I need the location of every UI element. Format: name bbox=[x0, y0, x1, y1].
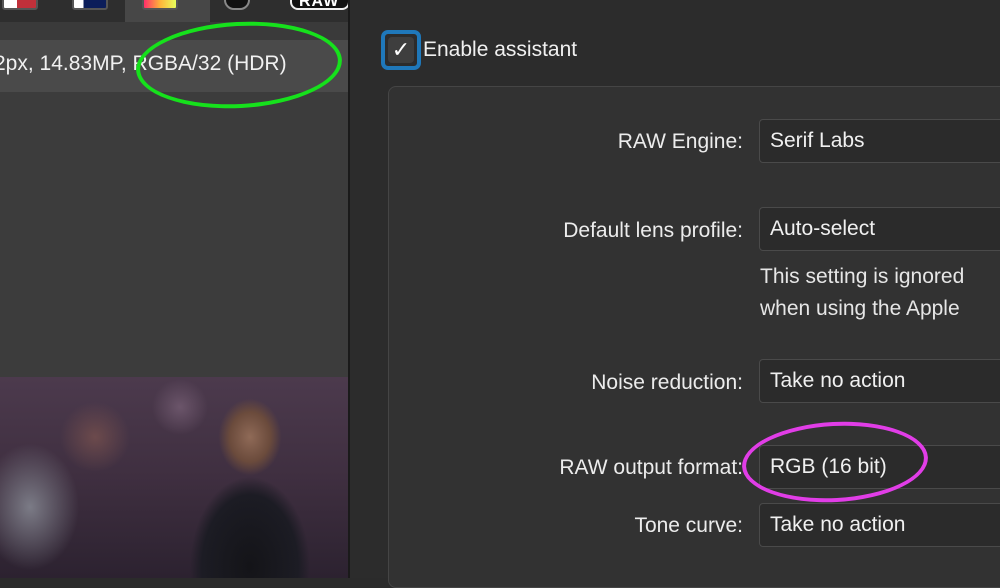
raw-badge-label: RAW bbox=[299, 0, 340, 10]
raw-engine-select[interactable]: Serif Labs bbox=[759, 119, 1000, 163]
raw-engine-label: RAW Engine: bbox=[617, 130, 743, 153]
photo-preview[interactable] bbox=[0, 377, 348, 578]
lens-profile-select[interactable]: Auto-select bbox=[759, 207, 1000, 251]
lens-profile-note-line2: when using the Apple bbox=[760, 297, 960, 320]
toolbar-swatch-icon-blue[interactable] bbox=[72, 0, 108, 10]
tone-curve-value: Take no action bbox=[770, 513, 906, 536]
tone-curve-select[interactable]: Take no action bbox=[759, 503, 1000, 547]
enable-assistant-label[interactable]: Enable assistant bbox=[423, 38, 577, 62]
lens-profile-note-line1: This setting is ignored bbox=[760, 265, 965, 288]
noise-reduction-select[interactable]: Take no action bbox=[759, 359, 1000, 403]
raw-output-format-label: RAW output format: bbox=[559, 456, 743, 479]
raw-engine-value: Serif Labs bbox=[770, 129, 865, 152]
canvas-area[interactable] bbox=[0, 92, 348, 378]
toolbar-swatch-icon-red[interactable] bbox=[2, 0, 38, 10]
noise-reduction-label: Noise reduction: bbox=[591, 371, 743, 394]
develop-assistant-panel: ✓ Enable assistant RAW Engine: Serif Lab… bbox=[350, 0, 1000, 588]
noise-reduction-value: Take no action bbox=[770, 369, 906, 392]
enable-assistant-checkbox[interactable]: ✓ bbox=[388, 37, 414, 63]
toolbar: RAW bbox=[0, 0, 348, 22]
toolbar-gradient-icon[interactable] bbox=[142, 0, 178, 10]
tone-curve-label: Tone curve: bbox=[634, 514, 743, 537]
lens-profile-label: Default lens profile: bbox=[563, 219, 743, 242]
toolbar-shield-icon[interactable] bbox=[224, 0, 250, 10]
lens-profile-value: Auto-select bbox=[770, 217, 876, 240]
